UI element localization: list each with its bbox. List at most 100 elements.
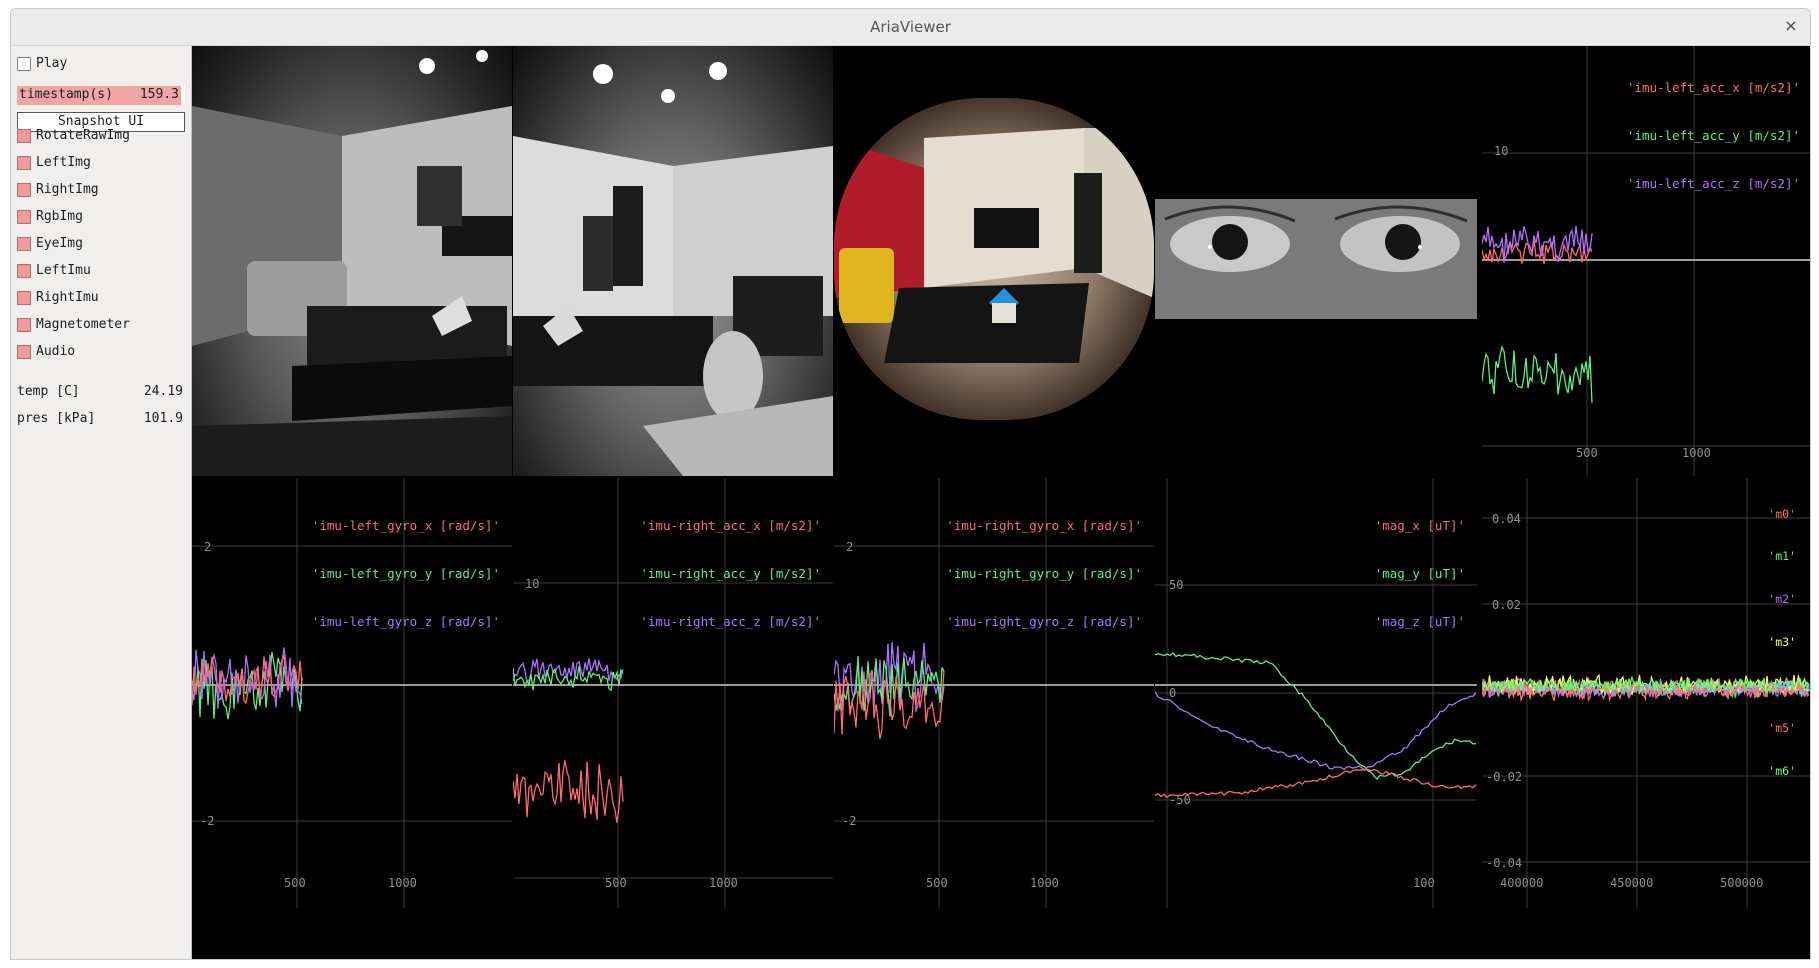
- legend-entry-m0: 'm0': [1768, 506, 1796, 521]
- x-tick-label: 500000: [1720, 876, 1764, 890]
- legend-entry-z: 'mag_z [uT]': [1374, 614, 1465, 629]
- toggle-leftimg[interactable]: LeftImg: [11, 153, 189, 173]
- legend-magnetometer: 'mag_x [uT]' 'mag_y [uT]' 'mag_z [uT]': [1375, 486, 1465, 662]
- y-tick-label: -0.04: [1486, 856, 1523, 870]
- legend-entry-z: 'imu-left_gyro_z [rad/s]': [311, 614, 500, 629]
- legend-left-acc: 'imu-left_acc_x [m/s2]' 'imu-left_acc_y …: [1627, 48, 1800, 224]
- temperature-readout: temp [C] 24.19: [17, 382, 185, 402]
- toggle-label: Audio: [36, 344, 76, 359]
- legend-entry-y: 'imu-left_gyro_y [rad/s]': [311, 566, 500, 581]
- legend-entry-y: 'mag_y [uT]': [1374, 566, 1465, 581]
- toggle-checkbox[interactable]: [17, 156, 31, 170]
- toggle-rightimu[interactable]: RightImu: [11, 288, 189, 308]
- toggle-label: RightImg: [36, 182, 99, 197]
- plot-right-gyro: 'imu-right_gyro_x [rad/s]' 'imu-right_gy…: [834, 478, 1154, 908]
- toggle-checkbox[interactable]: [17, 318, 31, 332]
- legend-entry-x: 'imu-left_acc_x [m/s2]': [1626, 80, 1800, 95]
- play-checkbox[interactable]: [17, 57, 31, 71]
- timestamp-value[interactable]: 159.3: [140, 87, 179, 102]
- legend-entry-m1: 'm1': [1768, 549, 1796, 564]
- legend-entry-x: 'imu-right_acc_x [m/s2]': [640, 518, 821, 533]
- left-slam-camera-image: [192, 46, 512, 476]
- toggle-checkbox[interactable]: [17, 183, 31, 197]
- toggle-rgbimg[interactable]: RgbImg: [11, 207, 189, 227]
- x-tick-label: 500: [1576, 446, 1598, 460]
- legend-entry-y: 'imu-right_acc_y [m/s2]': [640, 566, 821, 581]
- timestamp-cursor: [181, 86, 185, 105]
- right-slam-camera-image: [513, 46, 833, 476]
- pressure-label: pres [kPa]: [17, 411, 96, 426]
- rgb-camera-image: [834, 98, 1154, 420]
- trace-mag-x: [1155, 768, 1477, 799]
- legend-entry-z: 'imu-right_gyro_z [rad/s]': [946, 614, 1142, 629]
- legend-entry-m5: 'm5': [1768, 721, 1796, 736]
- timestamp-label: timestamp(s): [19, 87, 113, 102]
- toggle-rotaterawimg[interactable]: RotateRawImg: [11, 126, 189, 146]
- trace-mag-z: [1155, 690, 1477, 771]
- x-tick-label: 500: [926, 876, 948, 890]
- legend-right-acc: 'imu-right_acc_x [m/s2]' 'imu-right_acc_…: [640, 486, 821, 662]
- x-tick-label: 400000: [1500, 876, 1544, 890]
- toggle-checkbox[interactable]: [17, 237, 31, 251]
- toggle-checkbox[interactable]: [17, 129, 31, 143]
- trace-acc-x: [513, 760, 624, 823]
- toggle-magnetometer[interactable]: Magnetometer: [11, 315, 189, 335]
- toggle-label: EyeImg: [36, 236, 83, 251]
- toggle-label: Magnetometer: [36, 317, 130, 332]
- x-tick-label: 500: [605, 876, 627, 890]
- legend-entry-m4: 'm4': [1768, 678, 1796, 693]
- viewer-canvas: 'imu-left_acc_x [m/s2]' 'imu-left_acc_y …: [192, 46, 1810, 959]
- x-tick-label: 1000: [1682, 446, 1711, 460]
- x-tick-label: 100: [1413, 876, 1435, 890]
- plot-right-acc: 'imu-right_acc_x [m/s2]' 'imu-right_acc_…: [513, 478, 833, 908]
- eye-tracking-image: [1155, 199, 1477, 319]
- toggle-leftimu[interactable]: LeftImu: [11, 261, 189, 281]
- legend-entry-z: 'imu-left_acc_z [m/s2]': [1626, 176, 1800, 191]
- legend-entry-y: 'imu-right_gyro_y [rad/s]': [946, 566, 1142, 581]
- toggle-rightimg[interactable]: RightImg: [11, 180, 189, 200]
- legend-entry-y: 'imu-left_acc_y [m/s2]': [1626, 128, 1800, 143]
- timestamp-field[interactable]: timestamp(s) 159.3: [17, 86, 185, 105]
- y-tick-label: 50: [1169, 578, 1184, 592]
- y-tick-label: 0: [1169, 686, 1177, 700]
- legend-entry-z: 'imu-right_acc_z [m/s2]': [640, 614, 821, 629]
- plot-left-gyro: 'imu-left_gyro_x [rad/s]' 'imu-left_gyro…: [192, 478, 512, 908]
- y-tick-label: -0.02: [1486, 770, 1523, 784]
- aria-viewer-window: AriaViewer × Play timestamp(s) 159.3 Sna…: [10, 8, 1811, 960]
- close-icon[interactable]: ×: [1780, 15, 1802, 37]
- plot-audio: 'm0' 'm1' 'm2' 'm3' 'm4' 'm5' 'm6' 0.04 …: [1482, 478, 1810, 908]
- legend-entry-x: 'mag_x [uT]': [1374, 518, 1465, 533]
- legend-left-gyro: 'imu-left_gyro_x [rad/s]' 'imu-left_gyro…: [312, 486, 500, 662]
- toggle-checkbox[interactable]: [17, 291, 31, 305]
- legend-entry-x: 'imu-left_gyro_x [rad/s]': [311, 518, 500, 533]
- y-tick-label: 2: [846, 540, 854, 554]
- toggle-label: RightImu: [36, 290, 99, 305]
- y-tick-label: 0.02: [1492, 598, 1521, 612]
- title-bar[interactable]: AriaViewer ×: [11, 9, 1810, 46]
- legend-entry-x: 'imu-right_gyro_x [rad/s]': [946, 518, 1142, 533]
- play-label: Play: [36, 56, 68, 71]
- toggle-checkbox[interactable]: [17, 210, 31, 224]
- pressure-readout: pres [kPa] 101.9: [17, 409, 185, 429]
- plot-left-acc: 'imu-left_acc_x [m/s2]' 'imu-left_acc_y …: [1482, 46, 1810, 476]
- temperature-label: temp [C]: [17, 384, 80, 399]
- y-tick-label: 10: [1494, 144, 1509, 158]
- y-tick-label: 2: [204, 540, 212, 554]
- toggle-checkbox[interactable]: [17, 345, 31, 359]
- toggle-label: RgbImg: [36, 209, 83, 224]
- legend-right-gyro: 'imu-right_gyro_x [rad/s]' 'imu-right_gy…: [946, 486, 1142, 662]
- trace-acc-y: [1482, 345, 1593, 403]
- x-tick-label: 450000: [1610, 876, 1654, 890]
- toggle-audio[interactable]: Audio: [11, 342, 189, 362]
- y-tick-label: -50: [1169, 793, 1191, 807]
- toggle-label: LeftImu: [36, 263, 91, 278]
- window-title: AriaViewer: [870, 18, 951, 36]
- x-tick-label: 1000: [1030, 876, 1059, 890]
- temperature-value: 24.19: [143, 384, 183, 399]
- toggle-checkbox[interactable]: [17, 264, 31, 278]
- pressure-value: 101.9: [143, 411, 183, 426]
- plot-magnetometer: 'mag_x [uT]' 'mag_y [uT]' 'mag_z [uT]' 5…: [1155, 478, 1477, 908]
- x-tick-label: 1000: [388, 876, 417, 890]
- toggle-eyeimg[interactable]: EyeImg: [11, 234, 189, 254]
- y-tick-label: 10: [525, 577, 540, 591]
